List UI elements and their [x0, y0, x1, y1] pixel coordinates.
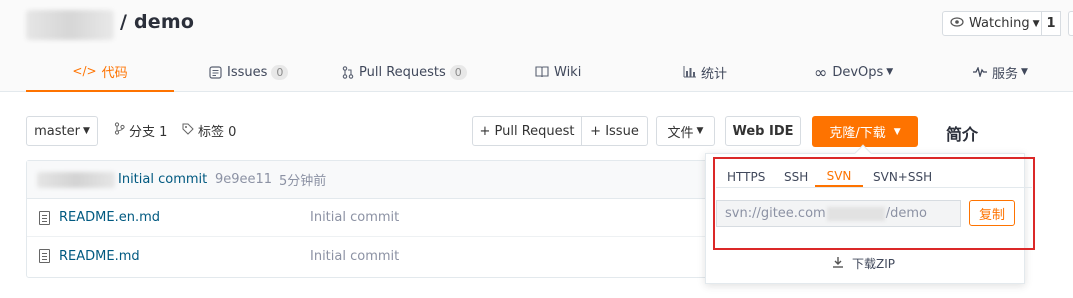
chevron-down-icon: ▼	[82, 126, 90, 136]
tab-label: 统计	[701, 66, 728, 82]
file-commit-message[interactable]: Initial commit	[310, 249, 399, 264]
branch-icon	[114, 122, 125, 139]
pulse-icon	[973, 67, 987, 77]
file-menu-button[interactable]: 文件 ▼	[656, 116, 715, 146]
tab-pull-requests[interactable]: Pull Requests 0	[342, 52, 467, 92]
table-row[interactable]: README.md Initial commit	[27, 237, 715, 275]
commit-hash[interactable]: 9e9ee11	[215, 172, 272, 187]
file-commit-message[interactable]: Initial commit	[310, 210, 399, 225]
star-button-partial[interactable]	[1068, 11, 1073, 36]
file-name[interactable]: README.en.md	[59, 210, 160, 225]
eye-icon	[950, 16, 964, 31]
download-zip-link[interactable]: 下载ZIP	[832, 255, 895, 272]
web-ide-button[interactable]: Web IDE	[725, 116, 801, 146]
file-list: Initial commit 9e9ee11 5分钟前 README.en.md…	[26, 160, 716, 278]
tab-label: Wiki	[554, 64, 582, 80]
branch-select-value: master	[34, 123, 80, 139]
commit-time: 5分钟前	[279, 174, 327, 189]
tab-services[interactable]: 服务 ▼	[973, 52, 1028, 92]
infinity-icon: ∞	[814, 62, 828, 82]
intro-heading: 简介	[946, 125, 979, 144]
tab-wiki[interactable]: Wiki	[535, 52, 581, 92]
watch-button[interactable]: Watching ▼	[942, 11, 1042, 36]
watch-label: Watching	[969, 16, 1030, 31]
table-row[interactable]: README.en.md Initial commit	[27, 199, 715, 237]
tab-label: DevOps	[832, 64, 884, 80]
tab-issues[interactable]: Issues 0	[209, 52, 289, 92]
annotation-highlight-box	[713, 157, 1035, 250]
commit-message[interactable]: Initial commit	[118, 172, 207, 187]
download-zip-label: 下载ZIP	[852, 257, 895, 271]
code-icon: </>	[72, 64, 97, 78]
tab-stats[interactable]: 统计	[683, 52, 727, 92]
repo-title[interactable]: / demo	[120, 11, 194, 33]
tags-link[interactable]: 标签 0	[182, 121, 236, 140]
clone-download-button[interactable]: 克隆/下载 ▼	[812, 116, 918, 147]
branches-count: 分支 1	[129, 125, 168, 140]
tag-icon	[182, 123, 194, 139]
issues-count-badge: 0	[271, 64, 289, 80]
issues-icon	[209, 65, 222, 79]
tab-label: 代码	[101, 65, 128, 81]
chevron-down-icon: ▼	[696, 126, 704, 136]
file-name[interactable]: README.md	[59, 249, 140, 264]
repo-tabs: </> 代码 Issues 0 Pull Requests 0 Wiki 统计 …	[0, 52, 1073, 92]
clone-download-label: 克隆/下载	[829, 126, 886, 141]
chevron-down-icon: ▼	[893, 126, 901, 137]
author-avatar-redacted	[37, 172, 115, 188]
chevron-down-icon: ▼	[1021, 67, 1028, 77]
pr-count-badge: 0	[449, 64, 467, 80]
chevron-down-icon: ▼	[1032, 18, 1040, 29]
new-pull-request-button[interactable]: + Pull Request	[472, 116, 582, 146]
wiki-icon	[535, 66, 549, 78]
owner-name-redacted	[26, 10, 114, 40]
branch-select[interactable]: master ▼	[26, 116, 98, 146]
pull-request-icon	[342, 65, 354, 79]
new-issue-button[interactable]: + Issue	[581, 116, 648, 146]
tab-devops[interactable]: ∞ DevOps ▼	[814, 52, 893, 92]
tags-count: 标签 0	[198, 125, 237, 140]
file-icon	[39, 249, 50, 263]
tab-label: Issues	[227, 64, 268, 80]
tab-code[interactable]: </> 代码	[26, 52, 174, 92]
watch-count[interactable]: 1	[1041, 11, 1061, 36]
branches-link[interactable]: 分支 1	[114, 121, 167, 140]
tab-label: Pull Requests	[359, 64, 446, 80]
file-menu-label: 文件	[667, 125, 694, 141]
download-icon	[832, 256, 844, 271]
file-icon	[39, 211, 50, 225]
chart-icon	[683, 66, 696, 78]
latest-commit-bar: Initial commit 9e9ee11 5分钟前	[27, 161, 715, 199]
chevron-down-icon: ▼	[886, 67, 894, 77]
tab-label: 服务	[992, 66, 1019, 82]
